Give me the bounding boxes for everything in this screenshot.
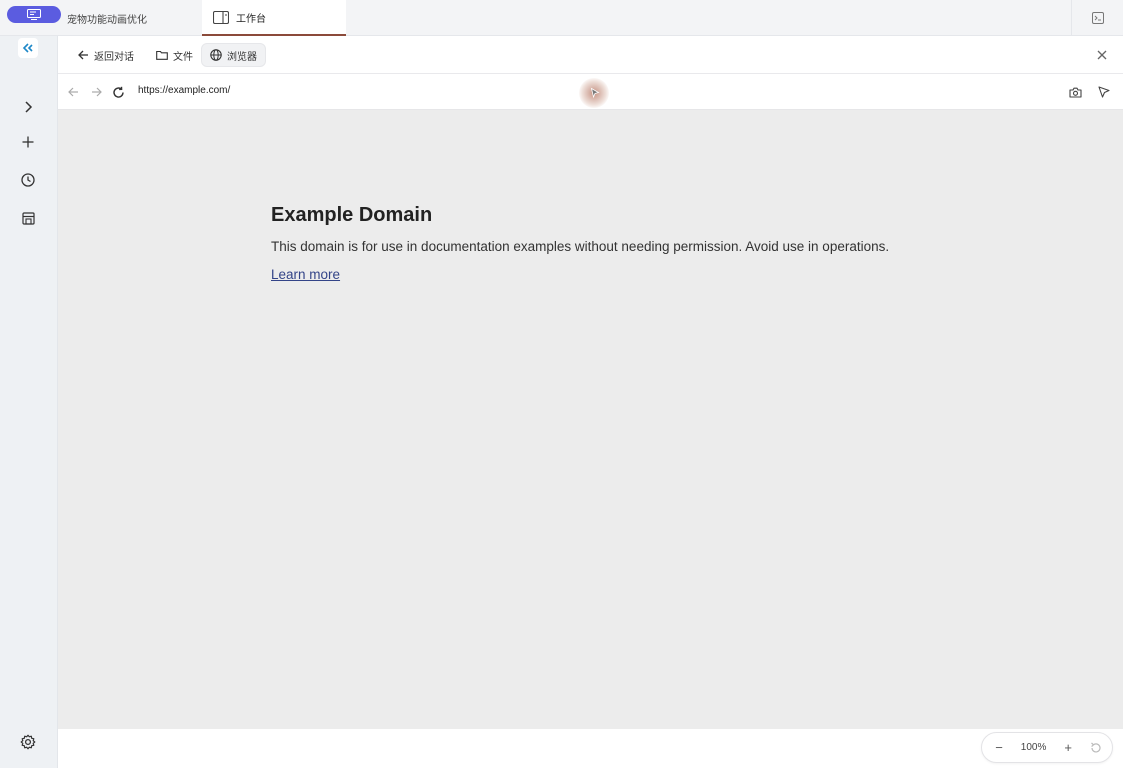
learn-more-link[interactable]: Learn more xyxy=(271,267,340,282)
select-element-button[interactable] xyxy=(1096,84,1112,100)
app-window-icon xyxy=(27,9,41,20)
cursor-select-icon xyxy=(1098,86,1110,98)
app-logo[interactable] xyxy=(18,38,38,58)
reset-zoom-icon[interactable] xyxy=(1090,742,1102,754)
expand-sidebar-button[interactable] xyxy=(17,96,39,118)
reload-icon xyxy=(112,86,124,98)
tab-chat[interactable]: 宠物功能动画优化 xyxy=(67,0,197,36)
tab-workbench[interactable]: 工作台 xyxy=(202,0,346,36)
chevron-right-icon xyxy=(25,101,33,113)
page-title: Example Domain xyxy=(271,204,433,226)
arrow-right-icon xyxy=(91,87,102,97)
back-to-chat-button[interactable]: 返回对话 xyxy=(70,43,142,67)
browser-viewport: Example Domain This domain is for use in… xyxy=(58,110,1123,729)
workbench-header: 返回对话 文件 浏览器 xyxy=(58,36,1123,74)
mouse-cursor-highlight xyxy=(579,78,609,108)
browser-button[interactable]: 浏览器 xyxy=(201,43,266,67)
url-field[interactable]: https://example.com/ xyxy=(138,85,230,96)
app-switcher-button[interactable] xyxy=(7,6,61,23)
top-tab-bar: 宠物功能动画优化 工作台 xyxy=(0,0,1123,36)
arrow-left-icon xyxy=(78,50,88,60)
pointer-icon xyxy=(590,87,600,99)
forward-button[interactable] xyxy=(88,84,104,100)
store-button[interactable] xyxy=(17,207,39,229)
page-body-text: This domain is for use in documentation … xyxy=(271,239,890,254)
logo-icon xyxy=(22,43,33,53)
new-chat-button[interactable] xyxy=(17,131,39,153)
panel-toggle-icon xyxy=(1091,12,1104,24)
browser-address-bar: https://example.com/ xyxy=(58,74,1123,110)
store-icon xyxy=(21,211,35,225)
camera-icon xyxy=(1068,87,1082,98)
close-icon[interactable] xyxy=(1095,48,1109,62)
left-sidebar xyxy=(0,36,58,768)
folder-icon xyxy=(156,50,168,60)
history-button[interactable] xyxy=(17,169,39,191)
reload-button[interactable] xyxy=(110,84,126,100)
toggle-panel-button[interactable] xyxy=(1071,0,1123,36)
plus-icon xyxy=(22,136,34,148)
zoom-level: 100% xyxy=(1020,742,1047,753)
zoom-control: − 100% + xyxy=(981,732,1113,763)
zoom-out-button[interactable]: − xyxy=(992,740,1006,755)
settings-button[interactable] xyxy=(17,731,39,753)
tab-chat-label: 宠物功能动画优化 xyxy=(67,14,147,26)
gear-icon xyxy=(20,734,36,750)
arrow-left-icon xyxy=(67,87,78,97)
browser-label: 浏览器 xyxy=(227,51,257,63)
back-button[interactable] xyxy=(65,84,81,100)
back-to-chat-label: 返回对话 xyxy=(94,51,134,63)
files-button[interactable]: 文件 xyxy=(148,43,201,67)
files-label: 文件 xyxy=(173,51,193,63)
zoom-in-button[interactable]: + xyxy=(1061,740,1075,755)
page-content: Example Domain This domain is for use in… xyxy=(271,204,891,284)
bottom-bar: − 100% + xyxy=(58,729,1123,768)
screenshot-button[interactable] xyxy=(1067,84,1083,100)
clock-icon xyxy=(21,173,35,187)
tab-workbench-label: 工作台 xyxy=(236,13,266,25)
globe-icon xyxy=(210,49,222,61)
split-panel-icon xyxy=(213,10,229,24)
